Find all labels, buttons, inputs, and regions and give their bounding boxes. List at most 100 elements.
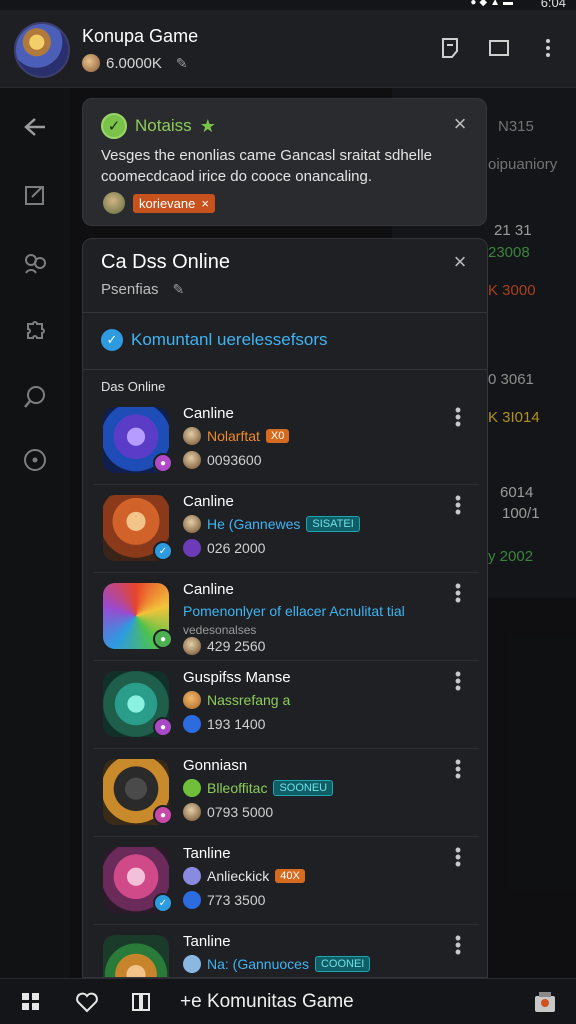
book-icon[interactable] — [128, 989, 154, 1015]
more-icon[interactable]: • • • — [453, 753, 463, 785]
game-thumbnail — [103, 935, 169, 977]
puzzle-icon[interactable] — [18, 314, 52, 348]
notification-title: Notaiss — [135, 116, 192, 135]
item-meta-text: Blleoffitac — [207, 780, 268, 796]
notification-chip[interactable]: korievаne × — [133, 193, 215, 213]
notification-card: ✓ Notaiss ★ × Vesges the enonlias came G… — [82, 98, 487, 226]
list-item[interactable]: ✓ Tanline Anlieckick 40X 773 3500 • • • — [93, 837, 479, 925]
edit-icon[interactable]: ✎ — [173, 281, 185, 298]
bg-line: 23008 — [488, 244, 530, 261]
bg-line: 100/1 — [502, 505, 540, 522]
avatar — [183, 451, 201, 469]
item-meta-text: Nassrefang a — [207, 692, 291, 708]
back-arrow-icon[interactable] — [18, 110, 52, 144]
verified-text[interactable]: Komuntanl uerelessefsors — [131, 330, 328, 350]
app-header: Konupa Game 6.0000K ✎ — [0, 10, 576, 88]
more-icon[interactable]: • • • — [453, 665, 463, 697]
status-bar: ●◆▲▬ 6:04 — [0, 0, 576, 10]
star-icon: ★ — [199, 115, 216, 136]
profile-icon[interactable] — [532, 989, 558, 1015]
coin-icon — [82, 54, 100, 72]
item-count-value: 773 3500 — [207, 892, 266, 908]
notification-chip-row: korievаne × — [103, 192, 215, 214]
avatar — [183, 803, 201, 821]
edit-icon[interactable]: ✎ — [176, 55, 188, 72]
close-icon[interactable]: × — [449, 113, 471, 135]
bg-line: oipuaniory — [488, 156, 558, 173]
status-time: 6:04 — [540, 0, 566, 10]
more-icon[interactable] — [536, 36, 560, 60]
item-name: Gonniasn — [183, 757, 248, 774]
item-tag: SISATEI — [306, 516, 360, 532]
avatar — [183, 715, 201, 733]
item-meta-text: He (Gannewes — [207, 516, 301, 532]
item-count-value: 0093600 — [207, 452, 262, 468]
avatar — [183, 515, 201, 533]
close-icon[interactable]: × — [201, 196, 209, 211]
bg-line: K 3000 — [488, 282, 536, 299]
online-list: ● Canline Nolarftat X0 0093600 • • • ✓ Can… — [93, 397, 479, 977]
compass-icon[interactable] — [18, 443, 52, 477]
item-count-value: 193 1400 — [207, 716, 266, 732]
bg-line: 6014 — [500, 484, 534, 501]
list-item[interactable]: ● Gonniasn Blleoffitac SOONEU 0793 5000 … — [93, 749, 479, 837]
item-meta-text: Na: (Gannuoces — [207, 956, 309, 972]
community-label[interactable]: +e Komunitas Game — [180, 991, 354, 1013]
item-name: Tanline — [183, 845, 231, 862]
item-count: 773 3500 — [183, 891, 265, 909]
close-icon[interactable]: × — [449, 251, 471, 273]
search-icon[interactable] — [18, 380, 52, 414]
verified-check-icon: ✓ — [153, 893, 173, 913]
item-count: 026 2000 — [183, 539, 265, 557]
bottom-bar: +e Komunitas Game — [0, 978, 576, 1024]
item-count-value: 026 2000 — [207, 540, 266, 556]
item-count: 193 1400 — [183, 715, 265, 733]
more-icon[interactable]: • • • — [453, 577, 463, 609]
list-item[interactable]: Tanline Na: (Gannuoces COONEI • • • — [93, 925, 479, 977]
item-count: 0793 5000 — [183, 803, 273, 821]
item-tag: X0 — [265, 429, 290, 443]
item-meta: He (Gannewes SISATEI — [183, 515, 360, 533]
avatar — [183, 867, 201, 885]
coin-value: 6.0000K — [106, 54, 162, 72]
grid-icon[interactable] — [18, 989, 44, 1015]
item-meta-text: Anlieckick — [207, 868, 270, 884]
badge-icon: ● — [153, 629, 173, 649]
compose-icon[interactable] — [18, 178, 52, 212]
modal-subtitle-row: Psenfias ✎ — [101, 281, 184, 298]
community-icon[interactable] — [18, 246, 52, 280]
avatar — [183, 539, 201, 557]
note-icon[interactable] — [438, 36, 462, 60]
modal-title: Ca Dss Online — [101, 251, 230, 273]
avatar — [183, 637, 201, 655]
badge-icon: ● — [153, 453, 173, 473]
game-avatar[interactable] — [14, 22, 70, 78]
badge-icon: ● — [153, 717, 173, 737]
window-icon[interactable] — [487, 36, 511, 60]
item-meta: Na: (Gannuoces COONEI — [183, 955, 371, 973]
item-count-value: 429 2560 — [207, 638, 266, 654]
list-item[interactable]: ● Guspifss Manse Nassrefang a 193 1400 •… — [93, 661, 479, 749]
heart-icon[interactable] — [74, 989, 100, 1015]
more-icon[interactable]: • • • — [453, 489, 463, 521]
online-modal: Ca Dss Online × Psenfias ✎ ✓ Komuntanl u… — [82, 238, 488, 978]
badge-icon: ● — [153, 805, 173, 825]
item-name: Tanline — [183, 933, 231, 950]
coin-balance: 6.0000K ✎ — [82, 54, 188, 72]
list-item[interactable]: ✓ Canline He (Gannewes SISATEI 026 2000 … — [93, 485, 479, 573]
avatar — [183, 891, 201, 909]
avatar — [183, 955, 201, 973]
list-item[interactable]: ● Canline Pomenonlyer of ellacer Acnulit… — [93, 573, 479, 661]
more-icon[interactable]: • • • — [453, 401, 463, 433]
more-icon[interactable]: • • • — [453, 841, 463, 873]
item-tag: COONEI — [314, 956, 371, 972]
list-item[interactable]: ● Canline Nolarftat X0 0093600 • • • — [93, 397, 479, 485]
bg-line: y 2002 — [488, 548, 534, 565]
item-name: Canline — [183, 581, 234, 598]
verified-check-icon: ✓ — [101, 329, 123, 351]
more-icon[interactable]: • • • — [453, 929, 463, 961]
divider — [83, 369, 487, 370]
bg-line: N315 — [498, 118, 534, 135]
bg-line: 21 31 — [494, 222, 532, 239]
notification-body: Vesges the enonlias came Gancasl sraitat… — [101, 147, 433, 185]
